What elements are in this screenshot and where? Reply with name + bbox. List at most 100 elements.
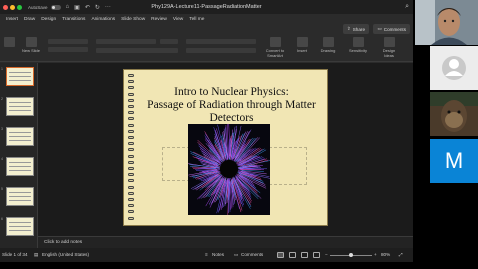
language-status[interactable]: English (United States) (42, 252, 89, 257)
new-slide-button[interactable]: New Slide (20, 37, 42, 53)
participant-video-feed (430, 92, 478, 136)
share-button[interactable]: ⇪ Share (342, 24, 369, 34)
insert-button[interactable]: Insert (294, 37, 310, 53)
zoom-slider[interactable] (330, 253, 372, 257)
thumbnail-text-line (9, 170, 31, 171)
notes-toggle[interactable]: Notes (212, 252, 224, 257)
comments-status-icon: ▭ (234, 252, 239, 257)
reading-view-icon[interactable] (301, 252, 308, 258)
speaker-video-feed[interactable] (415, 0, 478, 45)
spiral-ring (128, 105, 134, 108)
spiral-ring (128, 185, 134, 189)
zoom-in-icon[interactable]: + (374, 252, 377, 257)
fit-to-window-icon[interactable]: ⤢ (399, 252, 403, 257)
font-format-controls[interactable] (96, 48, 178, 53)
paragraph-controls[interactable] (186, 39, 256, 44)
smartart-icon (269, 37, 281, 47)
font-name-box[interactable] (96, 39, 156, 44)
search-icon[interactable]: ⌕ (405, 3, 409, 11)
ribbon-tab[interactable]: Design (41, 17, 56, 22)
ribbon-tab[interactable]: Insert (6, 17, 18, 22)
share-label: Share (352, 26, 365, 32)
close-window-button[interactable] (3, 4, 8, 10)
spiral-ring (128, 136, 134, 139)
slide-thumbnail-panel[interactable]: 1 2 3 4 5 6 (0, 63, 38, 248)
participant-initial-tile[interactable]: M (430, 139, 478, 183)
convert-smartart-button[interactable]: Convert to SmartArt (262, 37, 288, 58)
thumbnail-text-line (9, 200, 31, 201)
participant-video-tile[interactable] (430, 92, 478, 136)
font-size-box[interactable] (160, 39, 178, 44)
slide-title-line: Passage of Radiation through Matter (147, 99, 316, 111)
thumbnail-number: 3 (1, 127, 3, 131)
participant-tile-no-video[interactable] (430, 46, 478, 90)
notes-pane[interactable]: Click to add notes (38, 236, 413, 248)
empty-placeholder-right[interactable] (269, 147, 307, 185)
slide-canvas[interactable]: Intro to Nuclear Physics: Passage of Rad… (38, 63, 413, 236)
empty-placeholder-left[interactable] (162, 147, 190, 181)
paste-button[interactable] (3, 37, 15, 48)
ribbon-tab[interactable]: Transitions (62, 17, 85, 22)
slide-thumbnail[interactable] (6, 157, 34, 176)
slide-thumbnail[interactable] (6, 217, 34, 236)
ribbon-tab[interactable]: Slide Show (121, 17, 145, 22)
slide-sorter-icon[interactable] (289, 252, 296, 258)
spiral-ring (128, 154, 134, 158)
slide-count: Slide 1 of 34 (2, 252, 28, 257)
autosave-label: AutoSave (28, 4, 48, 10)
layout-control[interactable] (48, 39, 88, 44)
spiral-ring (128, 210, 134, 214)
ribbon: New Slide Convert to SmartArt Insert Dra… (0, 34, 413, 62)
thumbnail-number: 4 (1, 157, 3, 161)
slide-thumbnail[interactable] (6, 187, 34, 206)
spiral-ring (128, 86, 134, 90)
drawing-button[interactable]: Drawing (318, 37, 338, 53)
spiral-ring (128, 216, 134, 220)
comments-toggle[interactable]: Comments (241, 252, 263, 257)
current-slide[interactable]: Intro to Nuclear Physics: Passage of Rad… (123, 69, 328, 226)
zoom-level[interactable]: 80% (381, 252, 390, 257)
spiral-ring (128, 117, 134, 121)
more-icon[interactable]: ··· (105, 4, 111, 10)
maximize-window-button[interactable] (17, 4, 22, 10)
save-icon[interactable]: ▣ (74, 4, 80, 11)
autosave-toggle[interactable] (50, 4, 61, 10)
sensitivity-button[interactable]: Sensitivity (346, 37, 370, 53)
powerpoint-window: AutoSave ⌂ ▣ ↶ ↻ ··· Phy129A-Lecture11-P… (0, 0, 413, 262)
detector-event-image[interactable] (188, 124, 270, 215)
ribbon-tab[interactable]: Animations (91, 17, 115, 22)
undo-icon[interactable]: ↶ (85, 4, 90, 11)
slide-thumbnail[interactable] (6, 67, 34, 86)
slide-thumbnail[interactable] (6, 127, 34, 146)
thumbnail-number: 6 (1, 217, 3, 221)
slide-thumbnail[interactable] (6, 97, 34, 116)
ribbon-tab[interactable]: Review (151, 17, 167, 22)
sensitivity-label: Sensitivity (348, 48, 367, 53)
comments-button[interactable]: ▭ Comments (373, 24, 410, 34)
slide-title[interactable]: Intro to Nuclear Physics: Passage of Rad… (138, 86, 325, 125)
alignment-controls[interactable] (186, 48, 256, 53)
slide-show-icon[interactable] (313, 252, 320, 258)
thumbnail-text-line (9, 140, 31, 141)
normal-view-icon[interactable] (277, 252, 284, 258)
zoom-slider-knob[interactable] (349, 253, 353, 257)
slide-title-line: Intro to Nuclear Physics: (174, 86, 289, 98)
design-ideas-button[interactable]: Design Ideas (378, 37, 400, 58)
zoom-out-icon[interactable]: − (325, 252, 328, 257)
ribbon-tabs: Insert Draw Design Transitions Animations Sli… (0, 14, 413, 24)
home-icon[interactable]: ⌂ (66, 4, 70, 10)
minimize-window-button[interactable] (10, 4, 15, 10)
status-bar: Slide 1 of 34 ▤ English (United States) … (0, 248, 413, 262)
spellcheck-icon[interactable]: ▤ (34, 252, 38, 258)
spiral-ring (128, 198, 134, 201)
redo-icon[interactable]: ↻ (95, 4, 100, 11)
thumbnail-text-line (9, 110, 31, 111)
ribbon-tab[interactable]: Draw (24, 17, 35, 22)
thumbnail-text-line (9, 106, 31, 107)
reset-control[interactable] (48, 47, 88, 52)
ribbon-tab[interactable]: View (173, 17, 183, 22)
ribbon-tab[interactable]: Tell me (189, 17, 204, 22)
drawing-icon (322, 37, 334, 47)
spiral-ring (128, 148, 134, 152)
thumbnail-number: 2 (1, 97, 3, 101)
